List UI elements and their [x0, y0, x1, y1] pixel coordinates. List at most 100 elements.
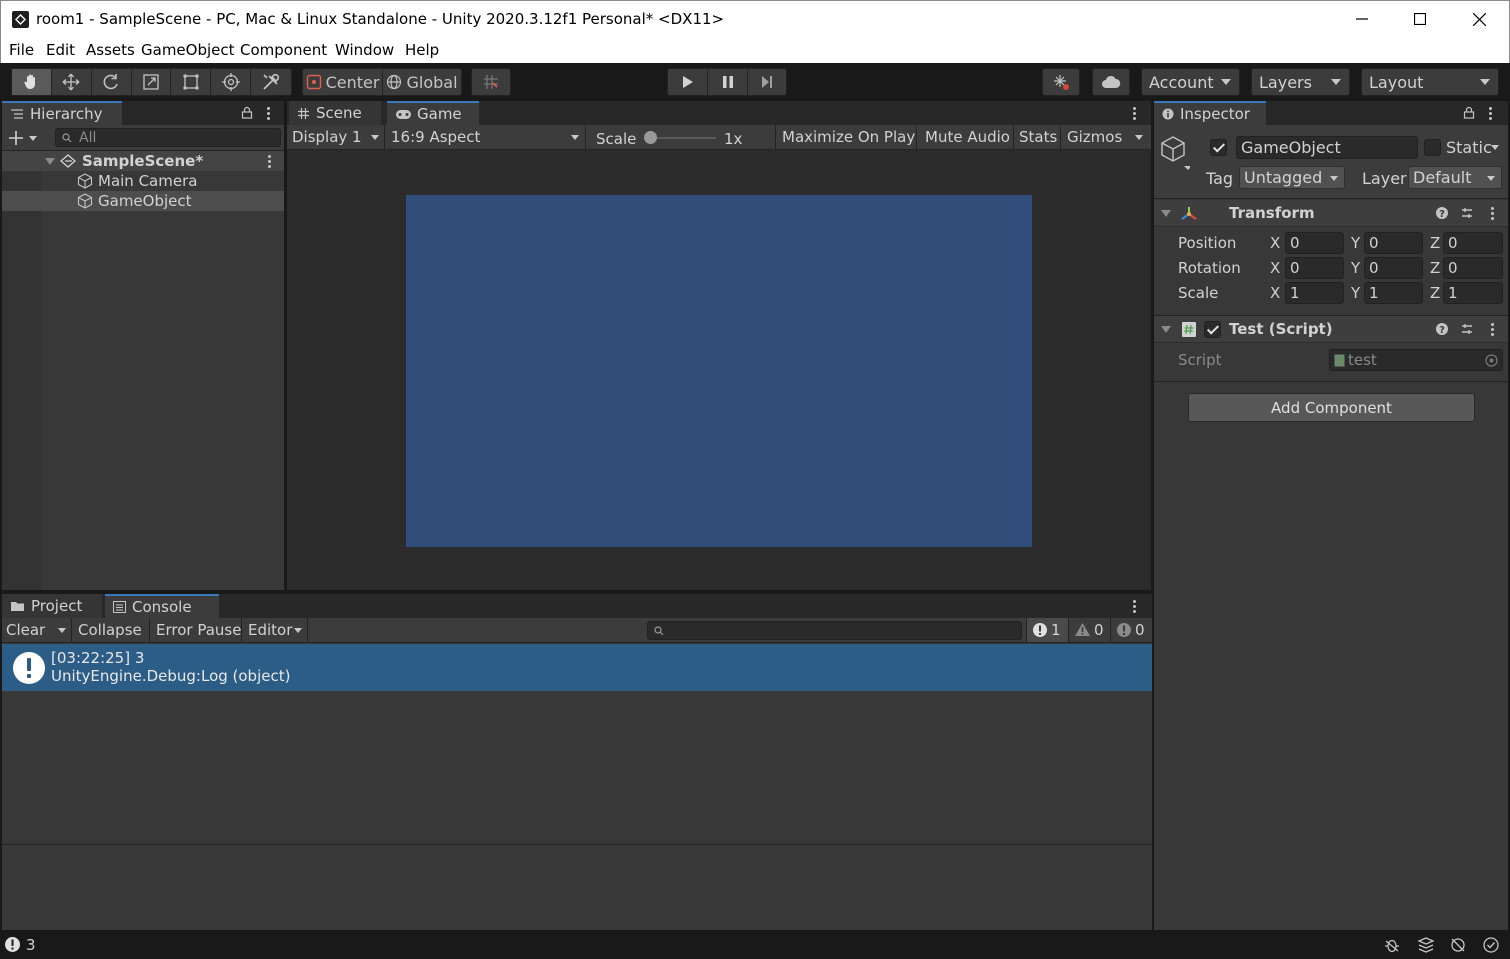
menu-file[interactable]: File [9, 41, 34, 59]
chevron-down-icon[interactable] [1491, 145, 1499, 150]
position-z-field[interactable]: 0 [1443, 232, 1503, 254]
account-dropdown[interactable]: Account [1141, 68, 1240, 96]
game-menu-icon[interactable] [1133, 107, 1137, 122]
position-x-field[interactable]: 0 [1285, 232, 1344, 254]
console-entry-selected[interactable]: [03:22:25] 3 UnityEngine.Debug:Log (obje… [2, 644, 1152, 691]
scale-x-field[interactable]: 1 [1285, 282, 1344, 304]
help-icon[interactable]: ? [1435, 322, 1449, 336]
bug-icon[interactable] [1383, 936, 1401, 954]
pivot-global-toggle[interactable]: Global [383, 69, 461, 95]
tab-console[interactable]: Console [105, 594, 219, 618]
hierarchy-item[interactable]: Main Camera [2, 171, 284, 191]
create-button[interactable] [8, 128, 42, 148]
rotation-y-field[interactable]: 0 [1364, 257, 1423, 279]
active-checkbox[interactable] [1210, 139, 1227, 156]
editor-dropdown[interactable]: Editor [242, 618, 308, 642]
cloud-button[interactable] [1093, 69, 1129, 95]
tab-scene[interactable]: Scene [289, 101, 381, 125]
minimize-button[interactable] [1333, 1, 1391, 37]
tab-inspector[interactable]: Inspector [1154, 101, 1266, 125]
scale-z-field[interactable]: 1 [1443, 282, 1503, 304]
game-viewport[interactable] [406, 195, 1032, 547]
rect-tool-button[interactable] [171, 69, 212, 95]
tag-dropdown[interactable]: Untagged [1239, 166, 1345, 189]
step-button[interactable] [748, 69, 786, 95]
hierarchy-item-selected[interactable]: GameObject [2, 191, 284, 211]
lock-icon[interactable] [241, 106, 253, 119]
stats-toggle[interactable]: Stats [1015, 125, 1061, 149]
pause-button[interactable] [708, 69, 748, 95]
fold-arrow-icon[interactable] [45, 158, 55, 165]
menu-component[interactable]: Component [240, 41, 327, 59]
play-button[interactable] [668, 69, 708, 95]
hierarchy-search-input[interactable]: All [55, 128, 281, 147]
collab-button[interactable] [1043, 69, 1079, 95]
display-dropdown[interactable]: Display 1 [287, 125, 385, 149]
progress-stack-icon[interactable] [1417, 936, 1435, 954]
preset-sliders-icon[interactable] [1460, 322, 1474, 336]
checkmark-circle-icon[interactable] [1482, 936, 1500, 954]
pivot-center-toggle[interactable]: Center [303, 69, 383, 95]
warning-filter-toggle[interactable]: 0 [1068, 618, 1110, 642]
tab-game[interactable]: Game [387, 101, 479, 125]
static-checkbox[interactable] [1424, 139, 1441, 156]
transform-menu-icon[interactable] [1491, 207, 1495, 222]
scale-y-field[interactable]: 1 [1364, 282, 1423, 304]
maximize-on-play-toggle[interactable]: Maximize On Play [775, 125, 917, 149]
aspect-dropdown[interactable]: 16:9 Aspect [386, 125, 586, 149]
clear-options-dropdown[interactable] [54, 618, 72, 642]
collapse-toggle[interactable]: Collapse [72, 618, 150, 642]
layout-dropdown[interactable]: Layout [1361, 68, 1499, 96]
maximize-button[interactable] [1391, 1, 1449, 37]
add-component-button[interactable]: Add Component [1188, 393, 1475, 422]
grid-snap-button[interactable] [472, 69, 510, 95]
transform-tool-button[interactable] [211, 69, 252, 95]
console-menu-icon[interactable] [1133, 600, 1137, 615]
custom-tools-button[interactable] [251, 69, 291, 95]
status-message[interactable]: 3 [26, 936, 36, 954]
layer-dropdown[interactable]: Default [1408, 166, 1502, 189]
lock-icon[interactable] [1463, 106, 1475, 119]
object-name-input[interactable]: GameObject [1236, 136, 1418, 159]
script-enabled-checkbox[interactable] [1204, 321, 1221, 338]
rotate-tool-button[interactable] [92, 69, 132, 95]
error-filter-toggle[interactable]: 0 [1110, 618, 1152, 642]
error-pause-toggle[interactable]: Error Pause [150, 618, 242, 642]
tab-hierarchy[interactable]: Hierarchy [2, 101, 122, 125]
scale-z-value: 1 [1448, 284, 1458, 302]
console-split-divider[interactable] [2, 844, 1152, 845]
transform-header[interactable]: Transform ? [1154, 200, 1508, 227]
console-search-input[interactable] [647, 621, 1022, 640]
position-y-field[interactable]: 0 [1364, 232, 1423, 254]
menu-edit[interactable]: Edit [46, 41, 75, 59]
clear-button[interactable]: Clear [2, 618, 56, 642]
mute-audio-toggle[interactable]: Mute Audio [918, 125, 1014, 149]
inspector-menu-icon[interactable] [1489, 107, 1493, 122]
light-bake-icon[interactable] [1449, 936, 1467, 954]
log-filter-toggle[interactable]: 1 [1026, 618, 1068, 642]
scene-row[interactable]: SampleScene* [2, 151, 284, 171]
rotation-z-field[interactable]: 0 [1443, 257, 1503, 279]
layers-dropdown[interactable]: Layers [1251, 68, 1350, 96]
menu-assets[interactable]: Assets [86, 41, 135, 59]
component-divider [1154, 381, 1508, 382]
scale-slider-thumb[interactable] [644, 131, 657, 144]
scale-tool-button[interactable] [132, 69, 172, 95]
scene-menu-icon[interactable] [268, 155, 272, 170]
menu-gameobject[interactable]: GameObject [141, 41, 235, 59]
hand-tool-button[interactable] [12, 69, 52, 95]
menu-window[interactable]: Window [335, 41, 394, 59]
fold-arrow-icon[interactable] [1161, 210, 1171, 217]
close-button[interactable] [1450, 1, 1508, 37]
help-icon[interactable]: ? [1435, 206, 1449, 220]
preset-sliders-icon[interactable] [1460, 206, 1474, 220]
script-component-header[interactable]: Test (Script) ? [1154, 316, 1508, 343]
script-menu-icon[interactable] [1491, 323, 1495, 338]
fold-arrow-icon[interactable] [1161, 326, 1171, 333]
gizmos-dropdown[interactable]: Gizmos [1062, 125, 1151, 149]
hierarchy-menu-icon[interactable] [267, 107, 271, 122]
rotation-x-field[interactable]: 0 [1285, 257, 1344, 279]
tab-project[interactable]: Project [2, 594, 102, 618]
move-tool-button[interactable] [52, 69, 92, 95]
menu-help[interactable]: Help [405, 41, 439, 59]
